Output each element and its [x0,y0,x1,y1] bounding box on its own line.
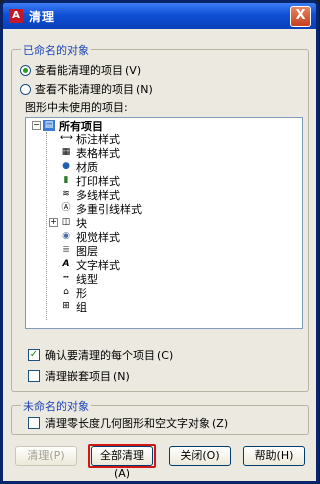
unnamed-objects-legend: 未命名的对象 [21,398,91,414]
purge-zero-checkbox[interactable]: 清理零长度几何图形和空文字对象 (Z) [28,415,228,431]
radio-can-purge-key: (V) [125,63,142,77]
group-icon: ⊞ [62,301,70,311]
title-bar[interactable]: A 清理 X [3,3,316,29]
radio-cannot-purge-key: (N) [136,82,153,96]
purge-nested-checkbox[interactable]: 清理嵌套项目 (N) [28,368,130,384]
multiline-style-icon: ≋ [62,189,70,199]
tree-node-block[interactable]: ◫ 块 [60,216,87,230]
tree-node-group[interactable]: ⊞ 组 [60,300,87,314]
purge-nested-check-indicator[interactable] [28,370,40,382]
radio-cannot-purge-label: 查看不能清理的项目 [35,83,134,96]
close-window-button[interactable]: X [290,6,311,27]
autocad-app-icon: A [9,9,23,23]
help-button[interactable]: 帮助(H) [243,446,305,466]
confirm-each-label: 确认要清理的每个项目 [45,349,155,362]
radio-can-purge-indicator[interactable] [20,64,31,76]
tree-node-shape[interactable]: ⌂ 形 [60,286,87,300]
tree-connector-line [46,132,47,320]
tree-node-plotstyle[interactable]: ▮ 打印样式 [60,174,120,188]
radio-can-purge[interactable]: 查看能清理的项目 (V) [20,62,141,78]
multileader-style-icon: Ⓐ [61,203,71,213]
tree-node-linetype[interactable]: ┅ 线型 [60,272,98,286]
purge-all-highlight-box [88,444,156,468]
material-sphere-icon: ● [62,161,70,171]
all-items-icon: ▤ [43,120,55,131]
radio-cannot-purge-indicator[interactable] [20,83,31,95]
tree-node-textstyle[interactable]: A 文字样式 [60,258,120,272]
confirm-each-check-indicator[interactable]: ✓ [28,349,40,361]
plot-style-icon: ▮ [63,175,69,185]
block-expand-toggle[interactable]: + [49,218,58,227]
tree-node-layer[interactable]: ≣ 图层 [60,244,98,258]
text-style-icon: A [62,259,70,269]
block-icon: ◫ [61,217,71,227]
confirm-each-checkbox[interactable]: ✓ 确认要清理的每个项目 (C) [28,347,173,363]
tree-node-mleaderstyle[interactable]: Ⓐ 多重引线样式 [60,202,142,216]
table-style-icon: ▦ [61,147,71,157]
purge-zero-key: (Z) [212,416,229,430]
purge-dialog: A 清理 X 已命名的对象 查看能清理的项目 (V) 查看不能清理的项目 (N)… [0,0,319,484]
close-button[interactable]: 关闭(O) [169,446,231,466]
purge-nested-key: (N) [113,369,130,383]
shape-icon: ⌂ [63,287,69,297]
dimension-style-icon: ⟷ [60,133,73,143]
purge-zero-check-indicator[interactable] [28,417,40,429]
layer-icon: ≣ [62,245,70,255]
purge-button[interactable]: 清理(P) [15,446,77,466]
tree-node-material[interactable]: ● 材质 [60,160,98,174]
purge-nested-label: 清理嵌套项目 [45,370,111,383]
confirm-each-key: (C) [157,348,174,362]
window-title: 清理 [29,9,56,24]
radio-can-purge-label: 查看能清理的项目 [35,64,123,77]
tree-node-tablestyle[interactable]: ▦ 表格样式 [60,146,120,160]
tree-label: 图形中未使用的项目: [25,99,128,115]
linetype-icon: ┅ [63,273,69,283]
tree-label-text: 图形中未使用的项目: [25,101,128,114]
radio-cannot-purge[interactable]: 查看不能清理的项目 (N) [20,81,153,97]
named-objects-legend: 已命名的对象 [21,42,91,58]
tree-node-visualstyle[interactable]: ◉ 视觉样式 [60,230,120,244]
unused-items-tree[interactable]: − ▤ 所有项目 ⟷ 标注样式 ▦ 表格样式 ● 材质 ▮ 打印样式 ≋ 多线样… [25,117,303,329]
tree-node-label: 组 [76,300,87,314]
tree-node-mlinestyle[interactable]: ≋ 多线样式 [60,188,120,202]
purge-zero-label: 清理零长度几何图形和空文字对象 [45,417,210,430]
tree-node-dimstyle[interactable]: ⟷ 标注样式 [60,132,120,146]
visual-style-icon: ◉ [62,231,70,241]
root-collapse-toggle[interactable]: − [32,121,41,130]
